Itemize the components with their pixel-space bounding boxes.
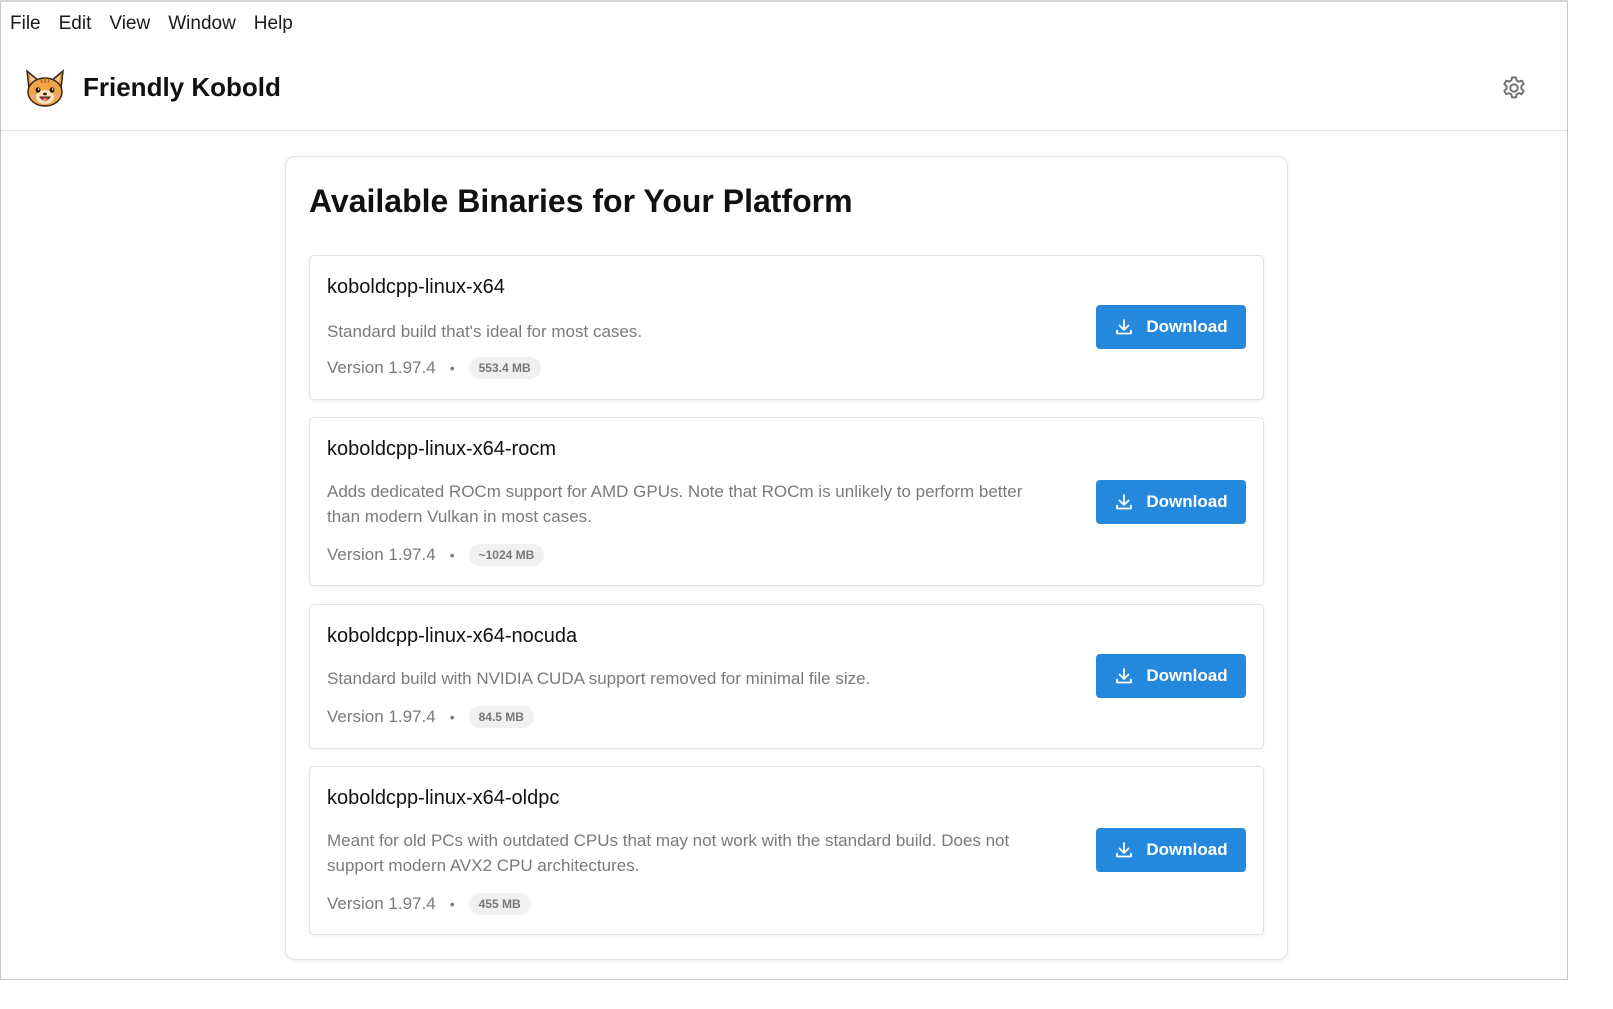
binary-meta: Version 1.97.4 • 553.4 MB (327, 357, 541, 379)
binary-description: Meant for old PCs with outdated CPUs tha… (327, 831, 1010, 875)
download-label: Download (1146, 492, 1228, 511)
download-label: Download (1146, 840, 1228, 859)
download-button[interactable]: Download (1096, 828, 1246, 872)
binary-name: koboldcpp-linux-x64-rocm (327, 438, 556, 460)
binary-version: Version 1.97.4 (327, 358, 436, 377)
menu-view[interactable]: View (109, 13, 150, 35)
binary-version: Version 1.97.4 (327, 707, 436, 726)
app-title: Friendly Kobold (83, 72, 281, 102)
download-icon (1114, 492, 1134, 512)
meta-separator: • (449, 547, 455, 563)
binary-version: Version 1.97.4 (327, 894, 436, 913)
meta-separator: • (449, 360, 455, 376)
binary-card: koboldcpp-linux-x64-oldpc Meant for old … (309, 766, 1264, 935)
download-icon (1114, 840, 1134, 860)
binary-name: koboldcpp-linux-x64 (327, 276, 505, 298)
binary-name: koboldcpp-linux-x64-nocuda (327, 625, 578, 647)
download-icon (1114, 317, 1134, 337)
binary-version: Version 1.97.4 (327, 545, 436, 564)
download-button[interactable]: Download (1096, 480, 1246, 524)
download-button[interactable]: Download (1096, 654, 1246, 698)
panel-title: Available Binaries for Your Platform (309, 183, 853, 219)
binary-card: koboldcpp-linux-x64-nocuda Standard buil… (309, 604, 1264, 749)
binary-description: Adds dedicated ROCm support for AMD GPUs… (327, 482, 1023, 526)
menu-file[interactable]: File (10, 13, 41, 35)
gear-icon (1500, 74, 1528, 107)
binary-name: koboldcpp-linux-x64-oldpc (327, 787, 560, 809)
menu-help[interactable]: Help (254, 13, 293, 35)
binary-card: koboldcpp-linux-x64 Standard build that'… (309, 255, 1264, 400)
meta-separator: • (449, 709, 455, 725)
app-window: File Edit View Window Help Friendly Kobo… (0, 0, 1568, 980)
download-label: Download (1146, 666, 1228, 685)
binary-meta: Version 1.97.4 • 84.5 MB (327, 706, 534, 728)
menu-edit[interactable]: Edit (59, 13, 92, 35)
binary-description: Standard build with NVIDIA CUDA support … (327, 669, 871, 688)
binary-description: Standard build that's ideal for most cas… (327, 322, 643, 341)
kobold-cat-logo-icon (23, 67, 67, 111)
binaries-panel: Available Binaries for Your Platform kob… (285, 156, 1288, 960)
download-button[interactable]: Download (1096, 305, 1246, 349)
binary-meta: Version 1.97.4 • ~1024 MB (327, 544, 545, 566)
menu-bar: File Edit View Window Help (1, 2, 1567, 46)
size-badge: 553.4 MB (468, 357, 541, 379)
meta-separator: • (449, 896, 455, 912)
size-badge: 84.5 MB (468, 706, 534, 728)
download-label: Download (1146, 317, 1228, 336)
app-header: Friendly Kobold (1, 46, 1567, 131)
size-badge: 455 MB (468, 893, 531, 915)
binary-meta: Version 1.97.4 • 455 MB (327, 893, 531, 915)
download-icon (1114, 666, 1134, 686)
menu-window[interactable]: Window (168, 13, 236, 35)
binary-card: koboldcpp-linux-x64-rocm Adds dedicated … (309, 417, 1264, 586)
size-badge: ~1024 MB (468, 544, 545, 566)
settings-button[interactable] (1498, 74, 1530, 106)
